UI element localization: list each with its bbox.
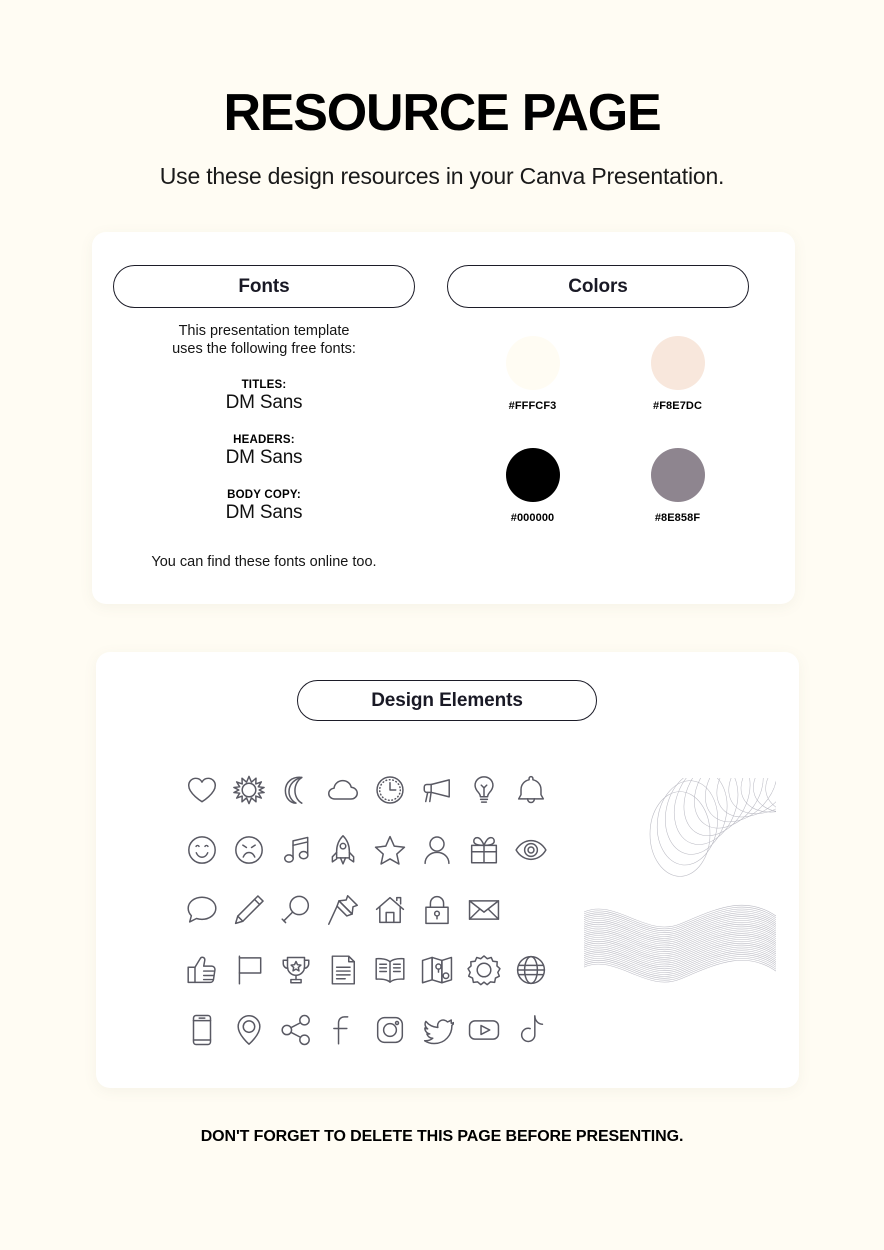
font-name-value: DM Sans [225,391,303,413]
fonts-heading-pill: Fonts [113,265,415,308]
fonts-footer-note: You can find these fonts online too. [151,553,377,570]
clock-icon [370,770,410,810]
color-hex-label: #F8E7DC [653,400,702,412]
color-swatch-cell: #000000 [473,448,593,524]
open-book-icon [370,950,410,990]
person-icon [417,830,457,870]
facebook-icon [323,1010,363,1050]
map-icon [417,950,457,990]
youtube-icon [464,1010,504,1050]
fonts-intro-line-1: This presentation template [178,323,350,339]
spirograph-circles-graphic [584,744,884,977]
fonts-column: This presentation template uses the foll… [113,322,415,570]
color-swatch-circle [505,336,560,390]
page-title: RESOURCE PAGE [223,84,661,142]
color-swatch-cell: #8E858F [618,448,738,524]
lock-icon [417,890,457,930]
gift-icon [464,830,504,870]
fonts-intro-line-2: uses the following free fonts: [172,341,356,358]
envelope-icon [464,890,504,930]
color-hex-label: #FFFCF3 [508,400,557,412]
fonts-intro: This presentation template uses the foll… [113,322,415,359]
gear-icon [464,950,504,990]
instagram-icon [370,1010,410,1050]
color-swatch-circle [650,448,705,502]
rocket-icon [323,830,363,870]
home-icon [370,890,410,930]
megaphone-icon [417,770,457,810]
sad-face-icon [229,830,269,870]
resource-page: RESOURCE PAGE Use these design resources… [0,0,884,1250]
font-role-label: BODY COPY: [227,488,301,501]
trophy-icon [276,950,316,990]
sun-icon [229,770,269,810]
font-role-label: HEADERS: [233,433,295,446]
moon-icon [276,770,316,810]
globe-icon [511,950,551,990]
footer-delete-note: DON'T FORGET TO DELETE THIS PAGE BEFORE … [200,1128,684,1145]
font-entry-body-copy: BODY COPY: DM Sans [113,489,415,524]
font-name-value: DM Sans [225,446,303,468]
font-role-label: TITLES: [241,378,287,391]
map-pin-icon [229,1010,269,1050]
pencil-icon [229,890,269,930]
wavy-lines-graphic [583,904,777,996]
color-hex-label: #000000 [510,512,555,524]
icon-grid-spacer [511,890,551,930]
thumbs-up-icon [182,950,222,990]
color-hex-label: #8E858F [654,512,701,524]
smiley-face-icon [182,830,222,870]
bell-icon [511,770,551,810]
colors-heading-label: Colors [568,275,628,297]
eye-icon [511,830,551,870]
fonts-heading-label: Fonts [238,275,290,297]
pushpin-icon [323,890,363,930]
page-subtitle: Use these design resources in your Canva… [159,162,725,189]
flag-icon [229,950,269,990]
font-name-value: DM Sans [225,501,303,523]
colors-heading-pill: Colors [447,265,749,308]
color-swatch-cell: #F8E7DC [618,336,738,412]
page-header: RESOURCE PAGE Use these design resources… [0,86,884,190]
design-elements-heading-pill: Design Elements [297,680,597,721]
magnifier-icon [276,890,316,930]
heart-icon [182,770,222,810]
chat-bubble-icon [182,890,222,930]
tiktok-icon [511,1010,551,1050]
design-elements-heading-label: Design Elements [371,689,523,711]
color-swatch-circle [505,448,560,502]
twitter-icon [417,1010,457,1050]
smartphone-icon [182,1010,222,1050]
color-swatch-circle [650,336,705,390]
lightbulb-icon [464,770,504,810]
color-swatch-cell: #FFFCF3 [473,336,593,412]
music-note-icon [276,830,316,870]
font-entry-titles: TITLES: DM Sans [113,379,415,414]
document-icon [323,950,363,990]
star-icon [370,830,410,870]
design-elements-icon-grid [178,770,554,1050]
share-icon [276,1010,316,1050]
colors-grid: #FFFCF3 #F8E7DC #000000 #8E858F [460,336,750,524]
font-entry-headers: HEADERS: DM Sans [113,434,415,469]
cloud-icon [323,770,363,810]
